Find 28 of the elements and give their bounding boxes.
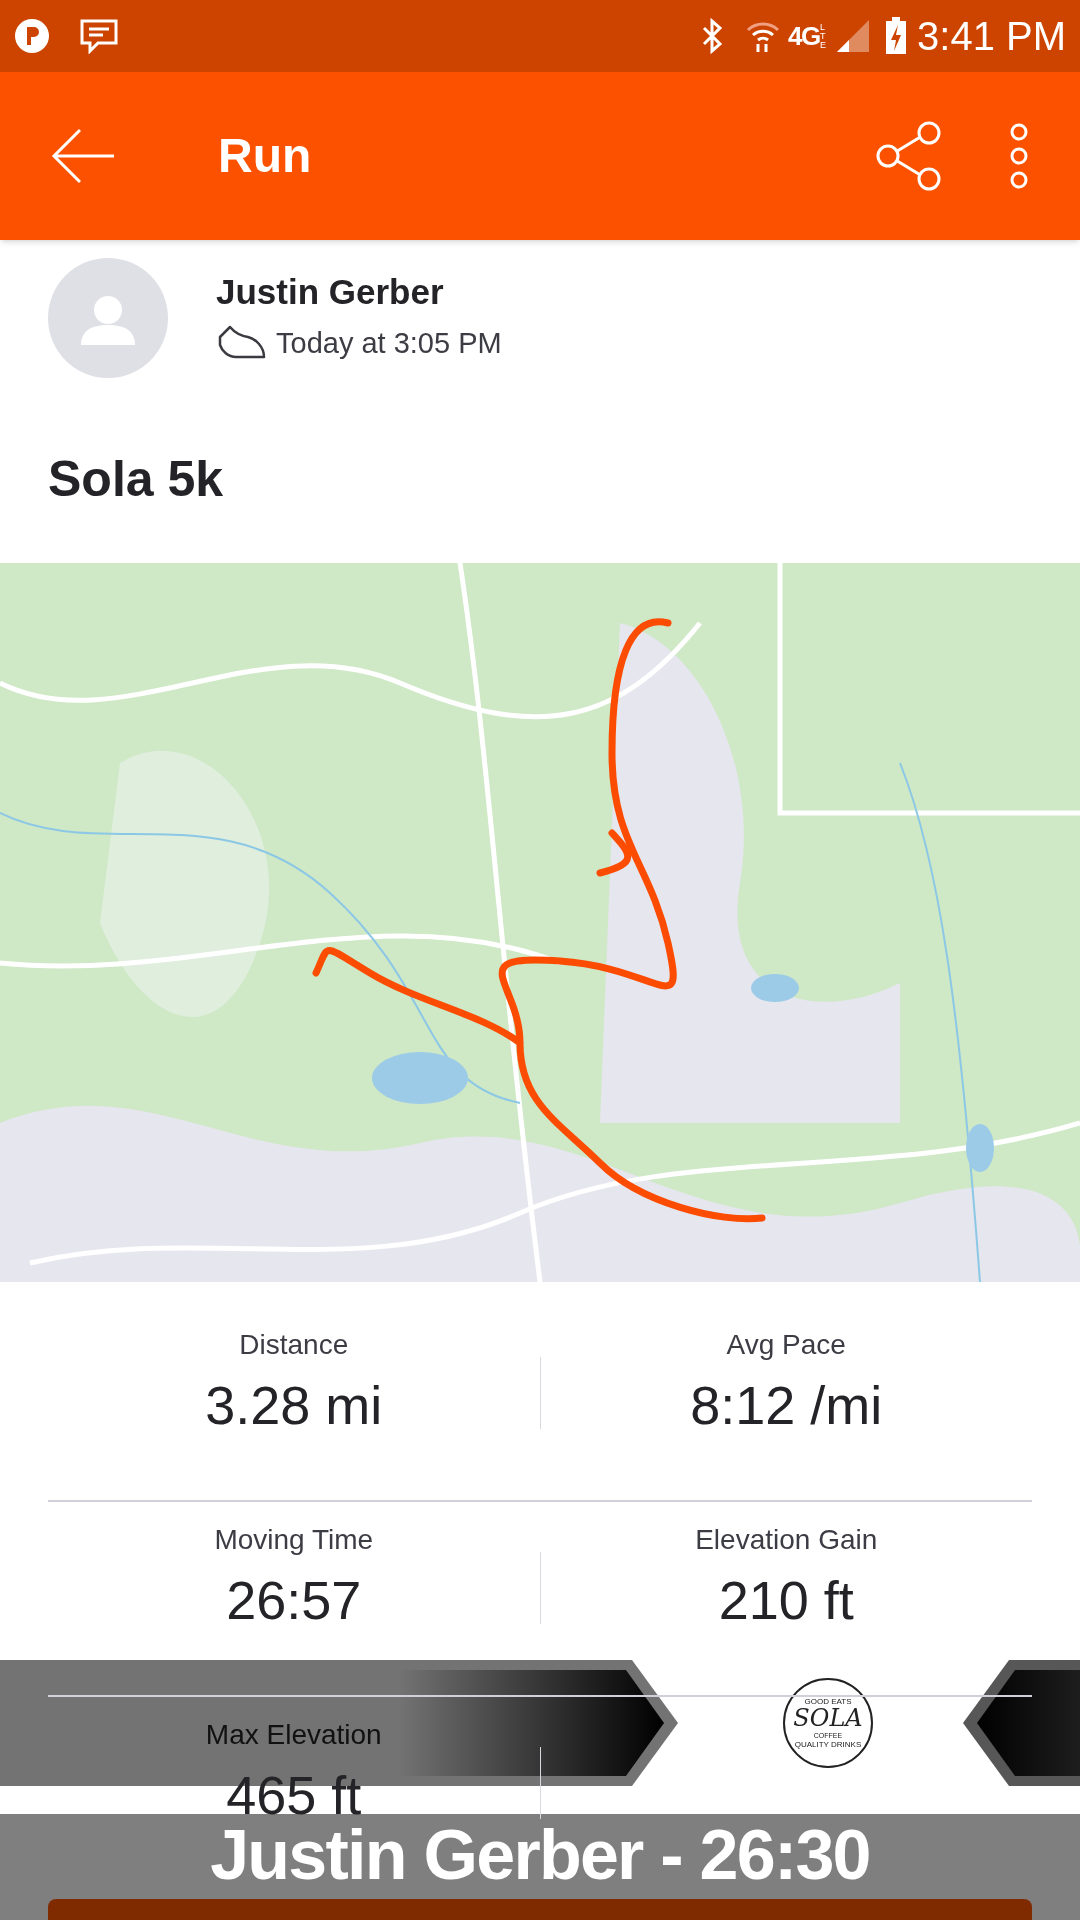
logo-name: SOLA <box>793 1705 863 1730</box>
stat-value: 3.28 mi <box>205 1374 383 1437</box>
activity-time: Today at 3:05 PM <box>276 325 502 361</box>
screen-title: Run <box>218 128 312 184</box>
stat-label: Elevation Gain <box>695 1523 878 1557</box>
stat-value: 210 ft <box>718 1569 854 1632</box>
caption-text: Justin Gerber - 26:30 <box>210 1816 870 1894</box>
stat-label: Moving Time <box>214 1523 374 1557</box>
share-icon <box>875 121 943 191</box>
more-icon <box>1008 123 1030 189</box>
logo-tagline: GOOD EATS <box>804 1697 852 1706</box>
message-icon <box>78 18 120 54</box>
signal-icon <box>835 18 872 54</box>
app-icon <box>14 18 50 54</box>
stat-label: Max Elevation <box>205 1718 382 1752</box>
network-sublabel: LTE <box>820 22 828 50</box>
stat-value: 8:12 /mi <box>690 1374 883 1437</box>
stat-label: Avg Pace <box>726 1328 846 1362</box>
back-icon <box>50 128 116 184</box>
stat-label: Distance <box>239 1328 349 1362</box>
back-button[interactable] <box>50 126 116 186</box>
activity-title: Sola 5k <box>48 449 224 509</box>
network-label: 4G <box>787 22 821 49</box>
logo-tagline: QUALITY DRINKS <box>794 1740 862 1749</box>
battery-icon <box>885 17 908 55</box>
stat-value: 26:57 <box>226 1569 362 1632</box>
athlete-name[interactable]: Justin Gerber <box>216 269 502 314</box>
clock: 3:41 PM <box>917 16 1066 56</box>
